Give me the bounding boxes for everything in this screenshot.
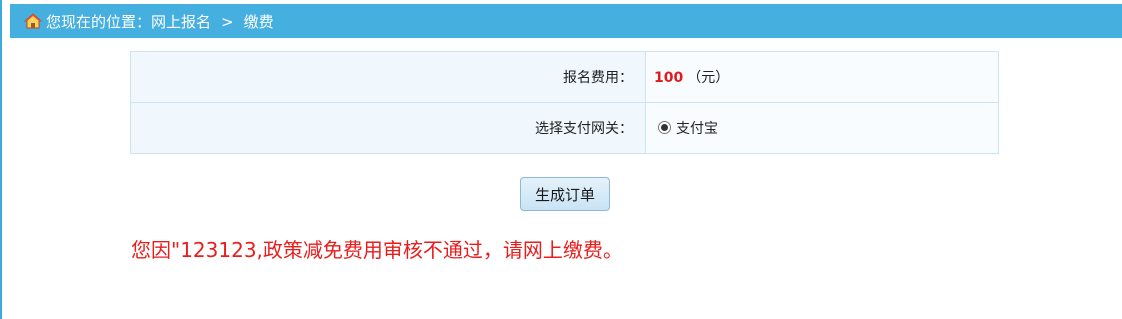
alipay-label: 支付宝 (676, 120, 718, 137)
notice-message: 您因"123123,政策减免费用审核不通过，请网上缴费。 (131, 238, 623, 262)
breadcrumb-prefix: 您现在的位置： (46, 12, 152, 31)
home-icon (23, 13, 43, 29)
fee-amount: 100 (654, 70, 684, 86)
alipay-radio[interactable] (658, 121, 671, 135)
page-frame: 您现在的位置：网上报名 > 缴费 报名费用： 100 （元） 选择支付网关： 支付宝 … (0, 0, 1122, 319)
fee-value: 100 （元） (645, 51, 999, 103)
breadcrumb: 您现在的位置：网上报名 > 缴费 (46, 11, 274, 32)
gateway-label: 选择支付网关： (130, 102, 646, 154)
alipay-option[interactable]: 支付宝 (654, 118, 718, 138)
fee-table: 报名费用： 100 （元） 选择支付网关： 支付宝 (130, 51, 999, 154)
fee-row: 报名费用： 100 （元） (130, 51, 999, 103)
fee-label: 报名费用： (130, 51, 646, 103)
breadcrumb-parent[interactable]: 网上报名 (151, 13, 211, 31)
gateway-row: 选择支付网关： 支付宝 (130, 102, 999, 154)
gateway-value: 支付宝 (645, 102, 999, 154)
generate-order-button[interactable]: 生成订单 (520, 177, 610, 211)
location-bar: 您现在的位置：网上报名 > 缴费 (10, 4, 1122, 38)
breadcrumb-separator: > (221, 12, 234, 31)
breadcrumb-current: 缴费 (243, 12, 274, 31)
fee-unit: （元） (687, 70, 730, 86)
